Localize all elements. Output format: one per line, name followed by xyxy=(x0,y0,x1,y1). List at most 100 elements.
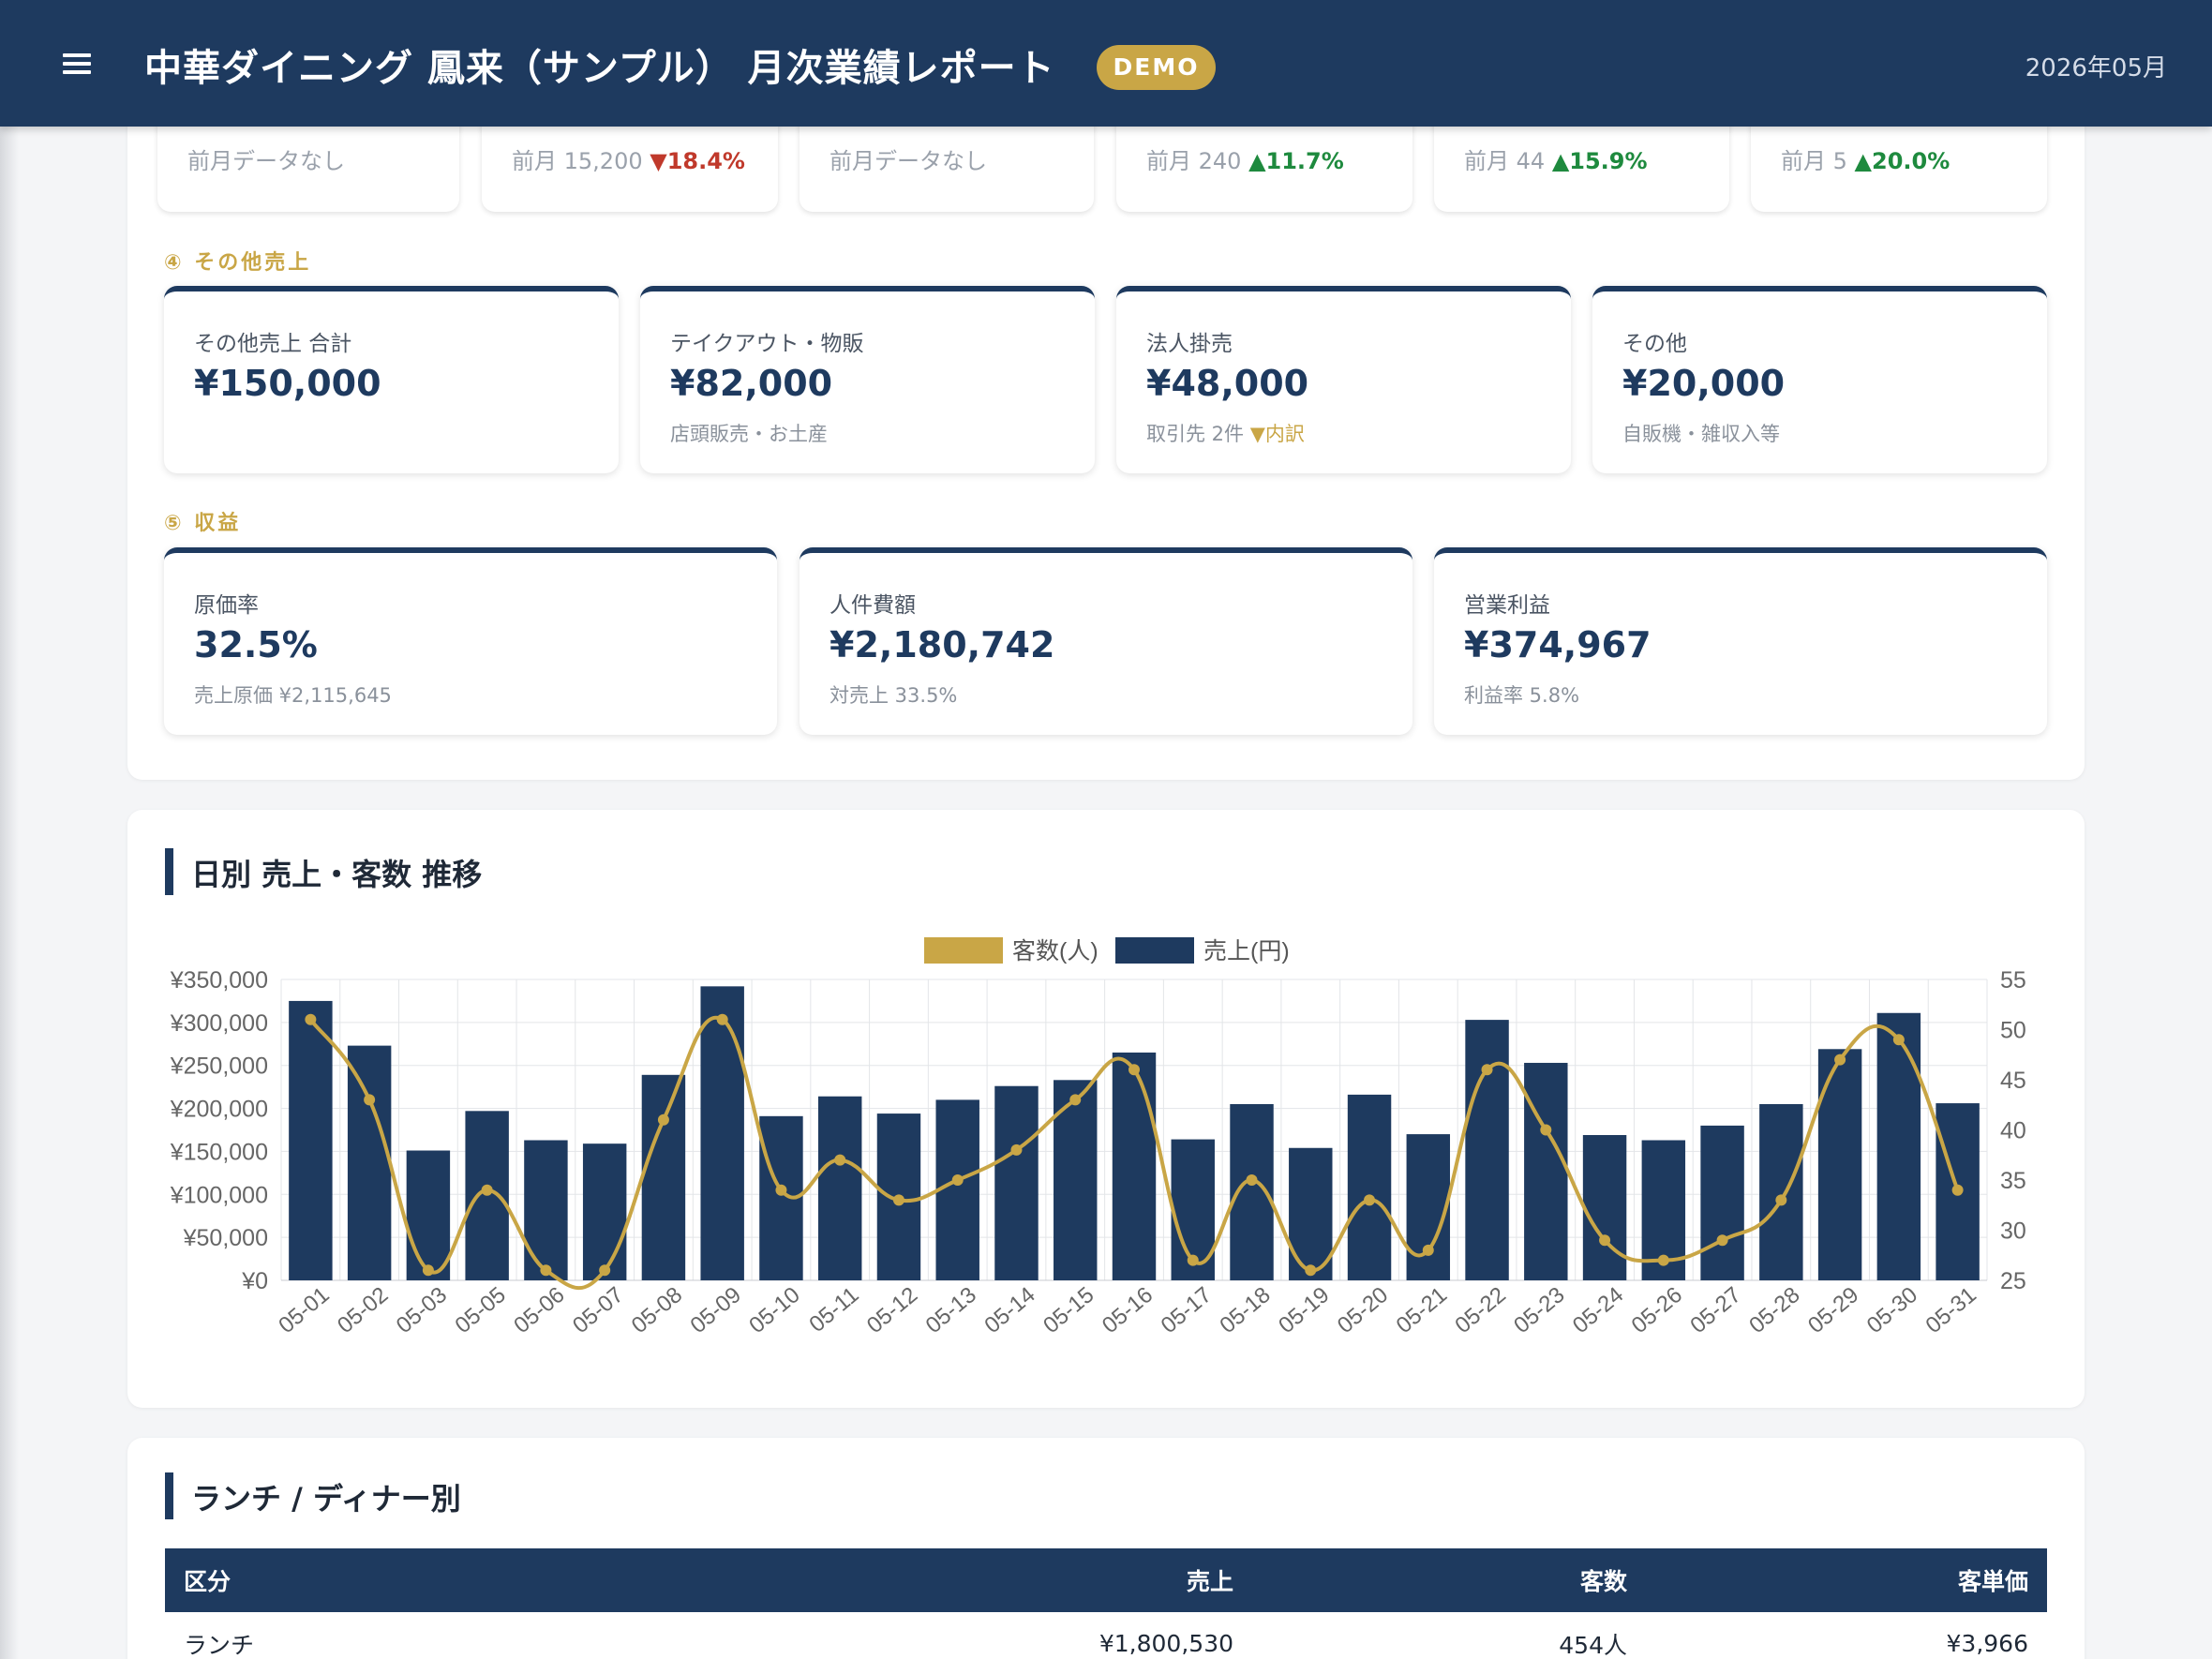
bar-sales xyxy=(641,1074,686,1280)
point-customers xyxy=(540,1264,552,1277)
daily-sales-customers-chart: ¥0 ¥50,000 ¥100,000 ¥150,000 ¥200,000 ¥250,00… xyxy=(170,937,2026,1338)
metric-label: その他 xyxy=(1622,332,1687,356)
x-tick-label: 05-21 xyxy=(1392,1282,1452,1338)
change-up-indicator: ▲15.9% xyxy=(1551,148,1648,174)
previous-month-text: 前月データなし xyxy=(830,148,987,174)
point-customers xyxy=(1599,1234,1611,1247)
x-tick-label: 05-12 xyxy=(862,1282,922,1338)
point-customers xyxy=(422,1264,434,1277)
x-tick-label: 05-28 xyxy=(1744,1282,1804,1338)
y-right-tick-label: 35 xyxy=(2000,1168,2026,1194)
table-section-title: ランチ / ディナー別 xyxy=(165,1472,461,1519)
x-tick-label: 05-27 xyxy=(1685,1282,1745,1338)
previous-month-text: 前月データなし xyxy=(187,148,345,174)
point-customers xyxy=(657,1113,669,1126)
point-customers xyxy=(1305,1264,1317,1277)
change-up-indicator: ▲11.7% xyxy=(1248,148,1344,174)
y-right-tick-label: 50 xyxy=(2000,1018,2026,1044)
metric-subtext: 取引先 2件 ▼内訳 xyxy=(1146,423,1305,445)
kpi-card-partial: 前月データなし xyxy=(800,112,1094,212)
bar-sales xyxy=(1524,1062,1568,1280)
metric-label: 法人掛売 xyxy=(1146,332,1233,356)
point-customers xyxy=(1834,1054,1846,1066)
breakdown-toggle[interactable]: ▼内訳 xyxy=(1250,423,1305,445)
bar-sales xyxy=(994,1085,1039,1280)
metric-label: 人件費額 xyxy=(830,593,916,618)
x-tick-label: 05-20 xyxy=(1333,1282,1393,1338)
x-tick-label: 05-11 xyxy=(804,1282,863,1338)
metric-label: その他売上 合計 xyxy=(194,332,352,356)
x-tick-label: 05-08 xyxy=(627,1282,687,1338)
x-tick-label: 05-23 xyxy=(1509,1282,1569,1338)
labor-cost-card: 人件費額 ¥2,180,742 対売上 33.5% xyxy=(800,547,1412,735)
point-customers xyxy=(1128,1064,1140,1076)
legend-swatch-sales xyxy=(1115,937,1194,964)
y-right-tick-label: 25 xyxy=(2000,1268,2026,1294)
bar-sales xyxy=(1112,1052,1157,1280)
legend-swatch-customers xyxy=(924,937,1003,964)
bar-sales xyxy=(289,1000,333,1280)
x-tick-label: 05-14 xyxy=(979,1282,1039,1338)
y-left-tick-label: ¥200,000 xyxy=(170,1097,268,1123)
x-tick-label: 05-10 xyxy=(744,1282,804,1338)
left-edge-shadow xyxy=(0,0,19,1659)
previous-month-text: 前月 5 ▲20.0% xyxy=(1781,148,1950,174)
point-customers xyxy=(775,1184,787,1196)
metric-subtext: 売上原価 ¥2,115,645 xyxy=(194,684,392,707)
table-cell: 454人 xyxy=(1252,1612,1646,1659)
point-customers xyxy=(1951,1184,1964,1196)
metric-subtext: 対売上 33.5% xyxy=(830,684,958,707)
table-header-row: 区分 売上 客数 客単価 xyxy=(165,1548,2047,1612)
kpi-card-partial: 前月 5 ▲20.0% xyxy=(1751,112,2047,212)
bar-sales xyxy=(347,1045,392,1280)
kpi-card-partial: 前月 15,200 ▼18.4% xyxy=(482,112,778,212)
y-right-tick-label: 45 xyxy=(2000,1068,2026,1094)
point-customers xyxy=(1716,1234,1728,1247)
table-cell: ランチ xyxy=(165,1612,727,1659)
point-customers xyxy=(1481,1064,1493,1076)
y-left-tick-label: ¥300,000 xyxy=(170,1010,268,1037)
bar-sales xyxy=(1876,1012,1921,1280)
bar-sales xyxy=(1465,1020,1509,1280)
kpi-card-partial: 前月 240 ▲11.7% xyxy=(1116,112,1412,212)
kpi-card-partial: 前月 44 ▲15.9% xyxy=(1434,112,1729,212)
metric-value: ¥20,000 xyxy=(1622,363,1786,404)
x-tick-label: 05-18 xyxy=(1215,1282,1275,1338)
metric-value: ¥2,180,742 xyxy=(830,624,1055,665)
column-header-avg-spend: 客単価 xyxy=(1646,1548,2047,1612)
x-tick-label: 05-17 xyxy=(1157,1282,1217,1338)
x-tick-label: 05-19 xyxy=(1274,1282,1334,1338)
bar-sales xyxy=(1582,1135,1627,1280)
metric-label: 営業利益 xyxy=(1464,593,1550,618)
bar-sales xyxy=(524,1140,568,1280)
x-tick-label: 05-01 xyxy=(274,1282,334,1338)
bar-sales xyxy=(700,986,744,1280)
x-tick-label: 05-13 xyxy=(921,1282,981,1338)
y-right-tick-label: 40 xyxy=(2000,1118,2026,1144)
other-sales-heading: ④ その他売上 xyxy=(164,251,312,275)
point-customers xyxy=(716,1013,728,1025)
table-cell: ¥1,800,530 xyxy=(727,1612,1252,1659)
point-customers xyxy=(481,1184,493,1196)
hamburger-menu-icon[interactable] xyxy=(60,49,94,81)
bar-sales xyxy=(1347,1094,1392,1280)
y-right-tick-label: 55 xyxy=(2000,967,2026,994)
previous-month-text: 前月 44 ▲15.9% xyxy=(1464,148,1648,174)
lunch-dinner-section: ランチ / ディナー別 区分 売上 客数 客単価 ランチ ¥1,800,530 … xyxy=(127,1438,2085,1659)
point-customers xyxy=(305,1013,317,1025)
bar-sales xyxy=(1406,1134,1451,1280)
point-customers xyxy=(599,1264,611,1277)
point-customers xyxy=(1364,1194,1376,1206)
x-tick-label: 05-31 xyxy=(1921,1282,1980,1338)
previous-month-text: 前月 15,200 ▼18.4% xyxy=(512,148,745,174)
bar-sales xyxy=(582,1143,627,1280)
point-customers xyxy=(951,1174,964,1186)
x-tick-label: 05-15 xyxy=(1039,1282,1099,1338)
previous-month-text: 前月 240 ▲11.7% xyxy=(1146,148,1344,174)
column-header-customers: 客数 xyxy=(1252,1548,1646,1612)
metric-value: ¥82,000 xyxy=(670,363,833,404)
metric-subtext: 自販機・雑収入等 xyxy=(1622,423,1780,445)
x-tick-label: 05-09 xyxy=(686,1282,746,1338)
point-customers xyxy=(1069,1094,1082,1106)
x-tick-label: 05-30 xyxy=(1862,1282,1922,1338)
